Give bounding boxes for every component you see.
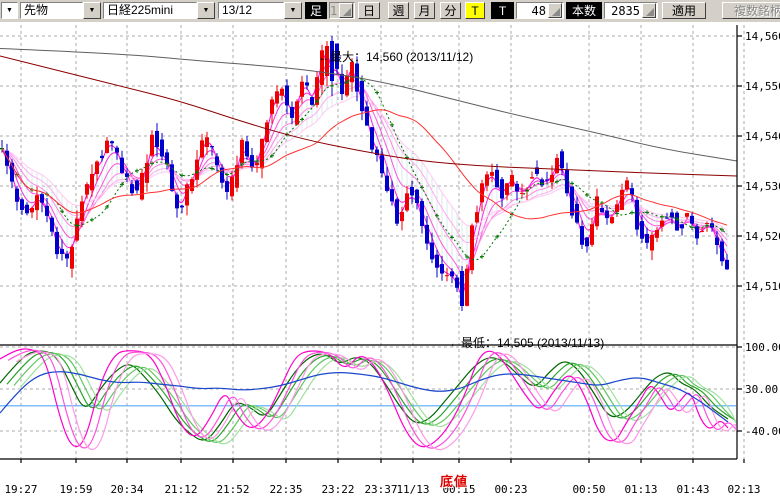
chevron-down-icon[interactable]: ▼: [83, 2, 101, 19]
svg-text:21:12: 21:12: [164, 483, 197, 496]
svg-text:14,520: 14,520: [745, 230, 780, 243]
svg-text:02:13: 02:13: [727, 483, 760, 496]
bar-type-label: 足: [305, 2, 327, 19]
spinner-icon[interactable]: [642, 3, 656, 18]
interval-value: 1: [330, 4, 339, 18]
svg-text:14,550: 14,550: [745, 80, 780, 93]
svg-text:00:23: 00:23: [494, 483, 527, 496]
svg-text:00:50: 00:50: [572, 483, 605, 496]
tick-label: T: [491, 2, 514, 19]
spinner-icon[interactable]: [548, 3, 562, 18]
svg-text:14,540: 14,540: [745, 130, 780, 143]
contract-combobox[interactable]: 13/12 ▼: [218, 2, 302, 19]
period-month-button[interactable]: 月: [414, 2, 435, 19]
period-minute-button[interactable]: 分: [440, 2, 461, 19]
chevron-down-icon[interactable]: ▼: [284, 2, 302, 19]
svg-text:21:52: 21:52: [216, 483, 249, 496]
svg-text:20:34: 20:34: [110, 483, 143, 496]
preset-dropdown[interactable]: ▼: [1, 2, 18, 19]
svg-text:14,530: 14,530: [745, 180, 780, 193]
bar-count-value: 2835: [605, 4, 642, 18]
bottom-value-annotation: 底値: [440, 471, 468, 490]
category-combobox[interactable]: 先物 ▼: [20, 2, 101, 19]
chart-area: 19:27 19:59 20:34 21:12 21:52 22:35 23:22 23:37…: [0, 22, 780, 500]
tick-count-value: 48: [517, 4, 548, 18]
bar-count-label: 本数: [566, 2, 602, 19]
svg-text:23:22: 23:22: [321, 483, 354, 496]
svg-text:23:37: 23:37: [364, 483, 397, 496]
period-day-button[interactable]: 日: [358, 2, 380, 19]
tick-count-stepper[interactable]: 48: [516, 2, 564, 19]
svg-text:14,560: 14,560: [745, 30, 780, 43]
symbol-combobox[interactable]: 日経225mini ▼: [103, 2, 215, 19]
chevron-down-icon[interactable]: ▼: [197, 2, 215, 19]
max-price-annotation: ←最大：14,560 (2013/11/12): [318, 48, 473, 65]
svg-text:19:27: 19:27: [4, 483, 37, 496]
svg-text:100.00: 100.00: [745, 341, 780, 354]
symbol-value: 日経225mini: [103, 2, 197, 19]
svg-text:01:43: 01:43: [676, 483, 709, 496]
svg-text:11/13: 11/13: [396, 483, 429, 496]
contract-value: 13/12: [218, 2, 284, 19]
tick-toggle-button[interactable]: T: [465, 2, 485, 19]
chevron-down-icon: ▼: [6, 7, 13, 14]
multi-symbol-button[interactable]: 複数銘柄: [722, 2, 780, 19]
svg-text:22:35: 22:35: [269, 483, 302, 496]
svg-text:19:59: 19:59: [59, 483, 92, 496]
period-week-button[interactable]: 週: [388, 2, 409, 19]
bar-count-stepper[interactable]: 2835: [604, 2, 658, 19]
interval-stepper[interactable]: 1: [329, 2, 355, 19]
svg-text:30.00: 30.00: [745, 383, 778, 396]
category-value: 先物: [20, 2, 83, 19]
min-price-annotation: ←最低：14,505 (2013/11/13): [449, 334, 604, 351]
apply-button[interactable]: 適用: [662, 2, 706, 19]
price-chart[interactable]: 19:27 19:59 20:34 21:12 21:52 22:35 23:22 23:37…: [0, 22, 780, 500]
toolbar: ▼ 先物 ▼ 日経225mini ▼ 13/12 ▼ 足 1 日 週 月 分 T…: [0, 0, 780, 23]
svg-text:-40.00: -40.00: [745, 425, 780, 438]
trading-app-window: { "toolbar": { "preset_dropdown_icon": "…: [0, 0, 780, 500]
spinner-icon[interactable]: [339, 3, 353, 18]
svg-text:01:13: 01:13: [624, 483, 657, 496]
svg-text:14,510: 14,510: [745, 280, 780, 293]
